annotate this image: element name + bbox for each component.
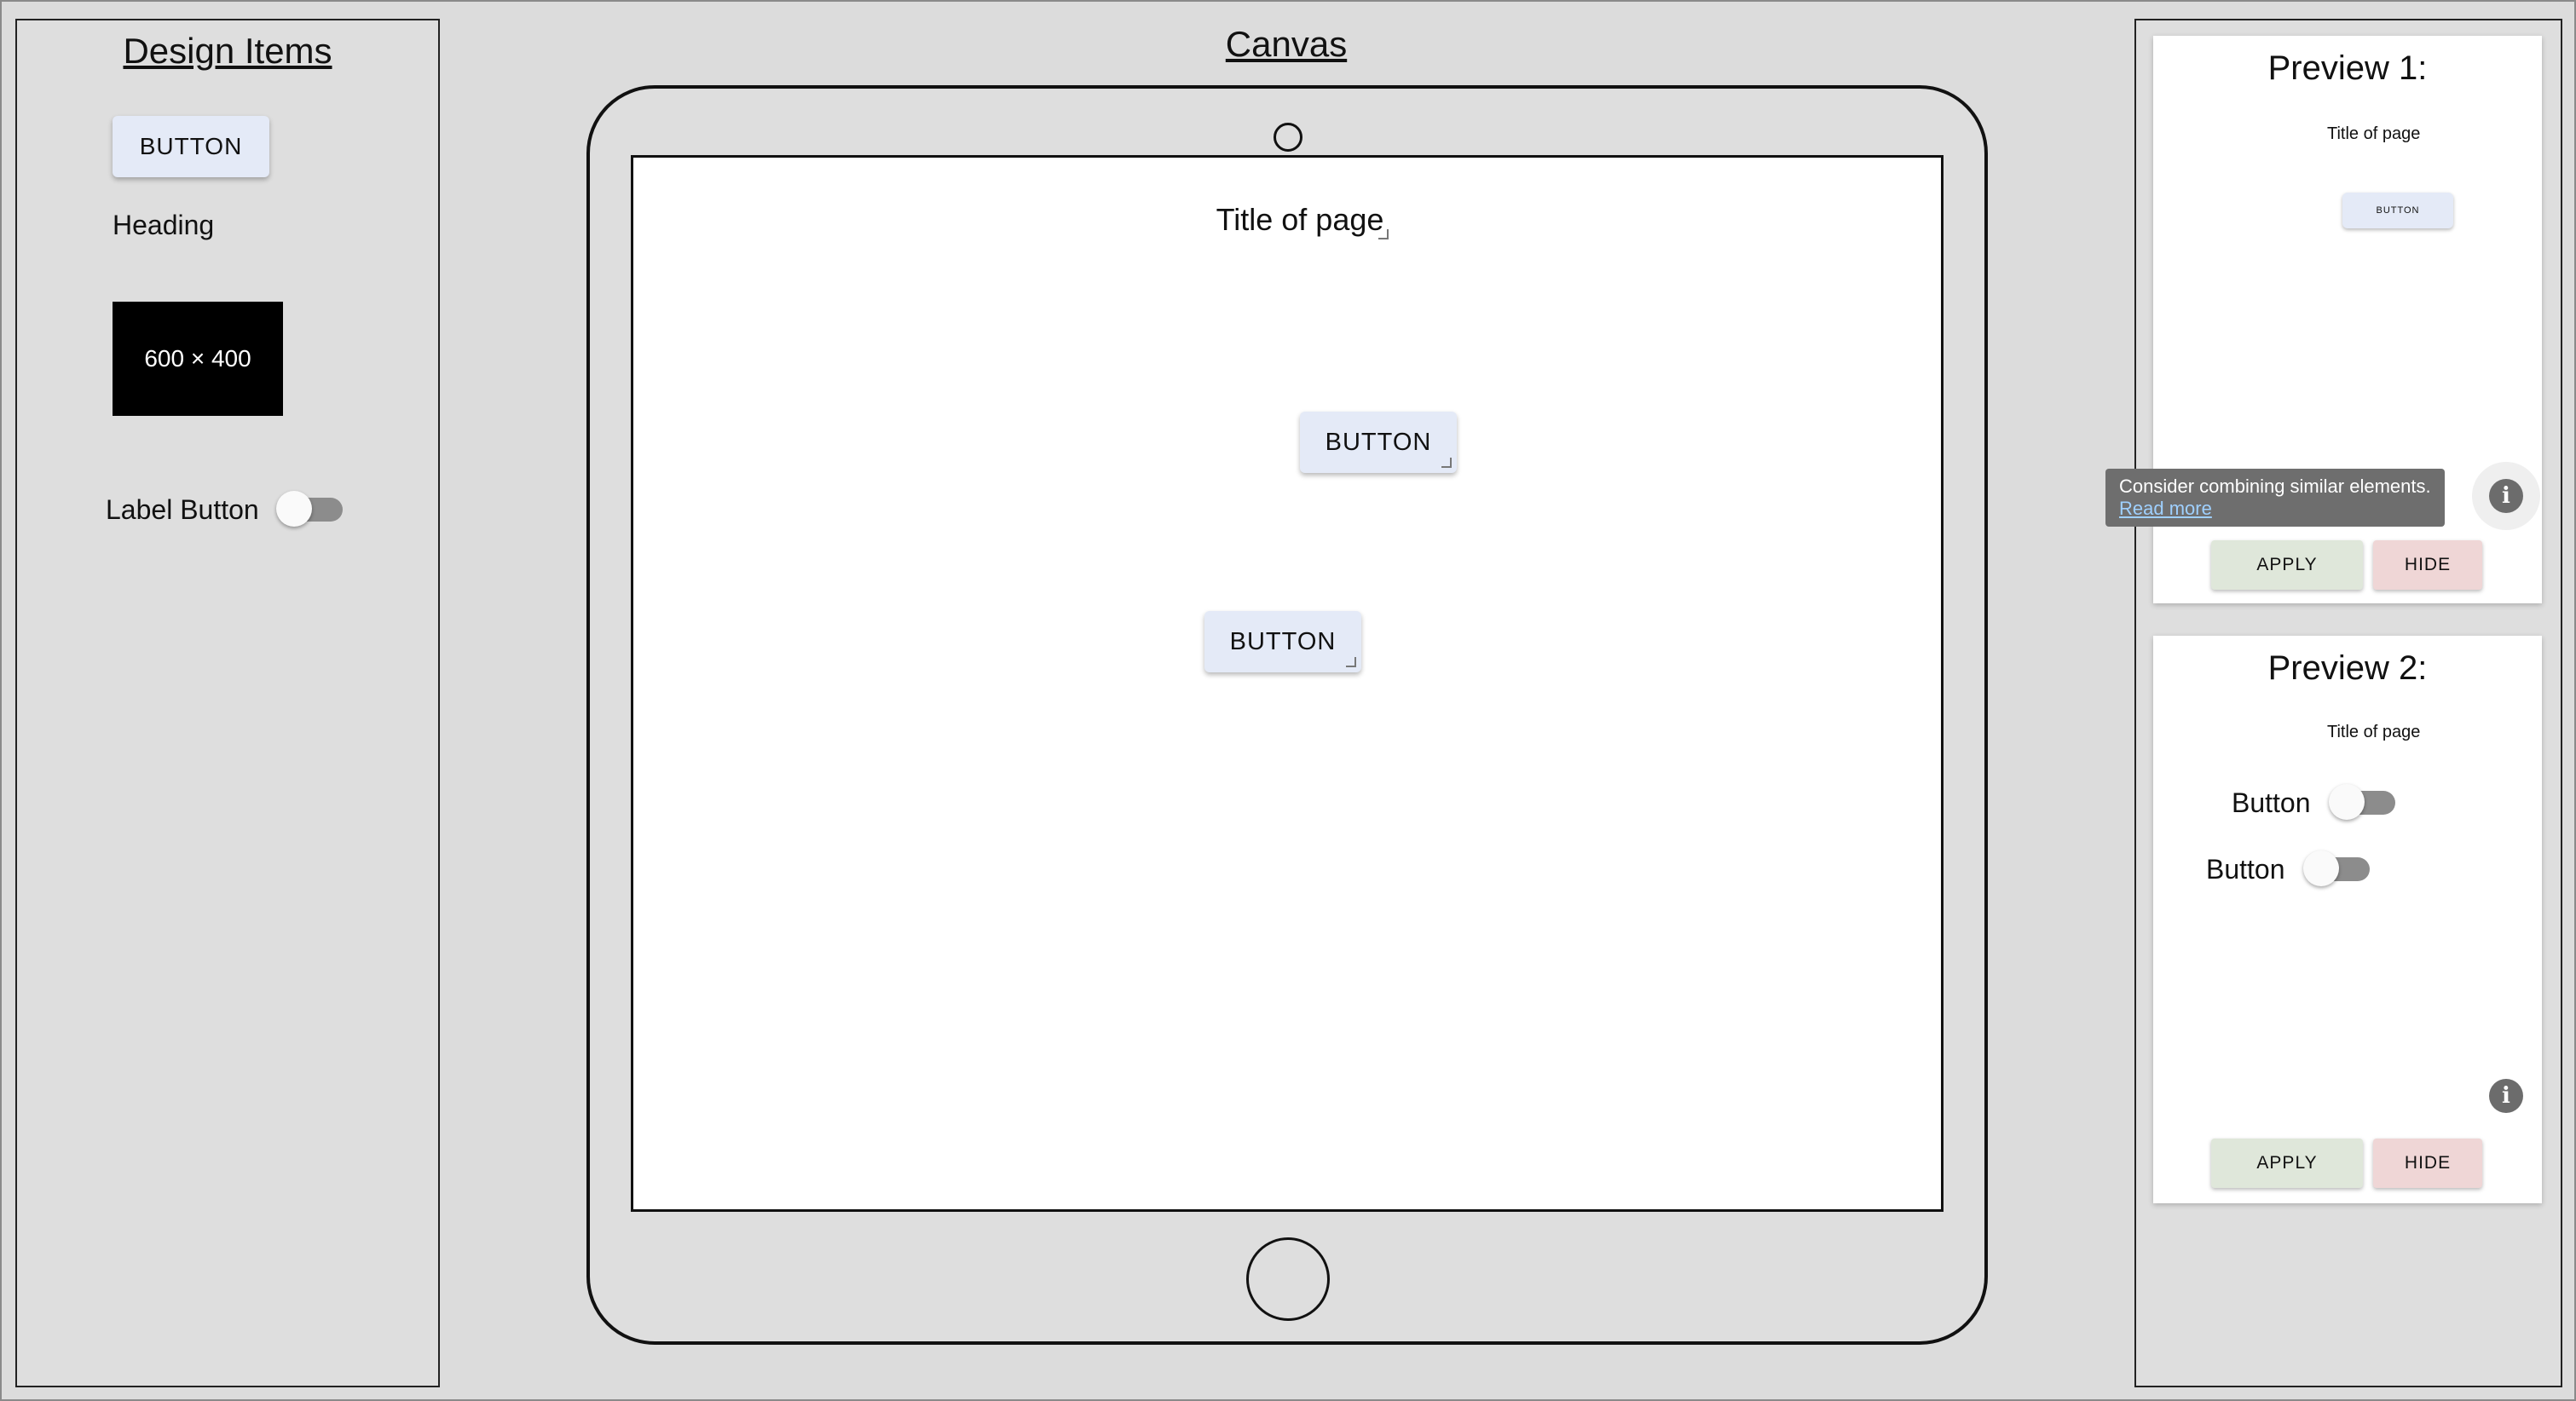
design-item-toggle[interactable]: [276, 491, 344, 528]
canvas-button-1[interactable]: BUTTON: [1300, 412, 1457, 473]
tooltip-read-more-link[interactable]: Read more: [2119, 498, 2212, 519]
canvas-page-title-text: Title of page: [1216, 202, 1384, 237]
canvas-title: Canvas: [1225, 24, 1348, 64]
resize-handle[interactable]: [1378, 229, 1389, 239]
tablet-camera: [1274, 123, 1302, 152]
preview-2-toggle-2-label: Button: [2206, 854, 2285, 885]
preview-2-title: Preview 2:: [2267, 649, 2428, 687]
design-item-toggle-label: Label Button: [106, 494, 259, 525]
design-item-heading[interactable]: Heading: [113, 210, 214, 241]
preview-1-title: Preview 1:: [2267, 49, 2428, 87]
canvas-page-title[interactable]: Title of page: [1216, 202, 1389, 239]
preview-2-card: Preview 2: Title of page Button Button i…: [2153, 636, 2542, 1203]
toggle-thumb[interactable]: [276, 491, 312, 527]
design-items-title: Design Items: [123, 31, 332, 71]
tablet-home-button: [1246, 1237, 1330, 1321]
preview-1-hide-button[interactable]: HIDE: [2373, 540, 2482, 590]
canvas-screen[interactable]: Title of page BUTTON BUTTON: [631, 155, 1944, 1212]
design-item-button[interactable]: BUTTON: [113, 116, 269, 177]
preview-2-toggle-2[interactable]: [2303, 850, 2371, 888]
suggestion-tooltip: Consider combining similar elements. Rea…: [2105, 469, 2445, 527]
canvas-button-1-label: BUTTON: [1325, 428, 1432, 456]
resize-handle[interactable]: [1346, 657, 1356, 667]
preview-1-apply-button[interactable]: APPLY: [2211, 540, 2363, 590]
canvas-button-2[interactable]: BUTTON: [1204, 611, 1361, 672]
info-icon[interactable]: i: [2489, 1079, 2523, 1113]
info-icon[interactable]: i: [2489, 479, 2523, 513]
preview-2-page-title: Title of page: [2327, 723, 2421, 741]
preview-1-button[interactable]: BUTTON: [2342, 193, 2453, 228]
toggle-thumb[interactable]: [2329, 784, 2365, 820]
preview-2-apply-button[interactable]: APPLY: [2211, 1139, 2363, 1188]
preview-2-toggle-1[interactable]: [2329, 784, 2397, 822]
design-item-image-placeholder[interactable]: 600 × 400: [113, 302, 283, 416]
preview-2-toggle-1-label: Button: [2232, 787, 2311, 818]
preview-2-hide-button[interactable]: HIDE: [2373, 1139, 2482, 1188]
preview-1-page-title: Title of page: [2327, 124, 2421, 143]
design-items-panel: Design Items BUTTON Heading 600 × 400 La…: [15, 19, 440, 1387]
resize-handle[interactable]: [1441, 458, 1452, 468]
canvas-button-2-label: BUTTON: [1229, 627, 1337, 655]
toggle-thumb[interactable]: [2303, 850, 2339, 886]
tooltip-text: Consider combining similar elements.: [2119, 476, 2431, 497]
